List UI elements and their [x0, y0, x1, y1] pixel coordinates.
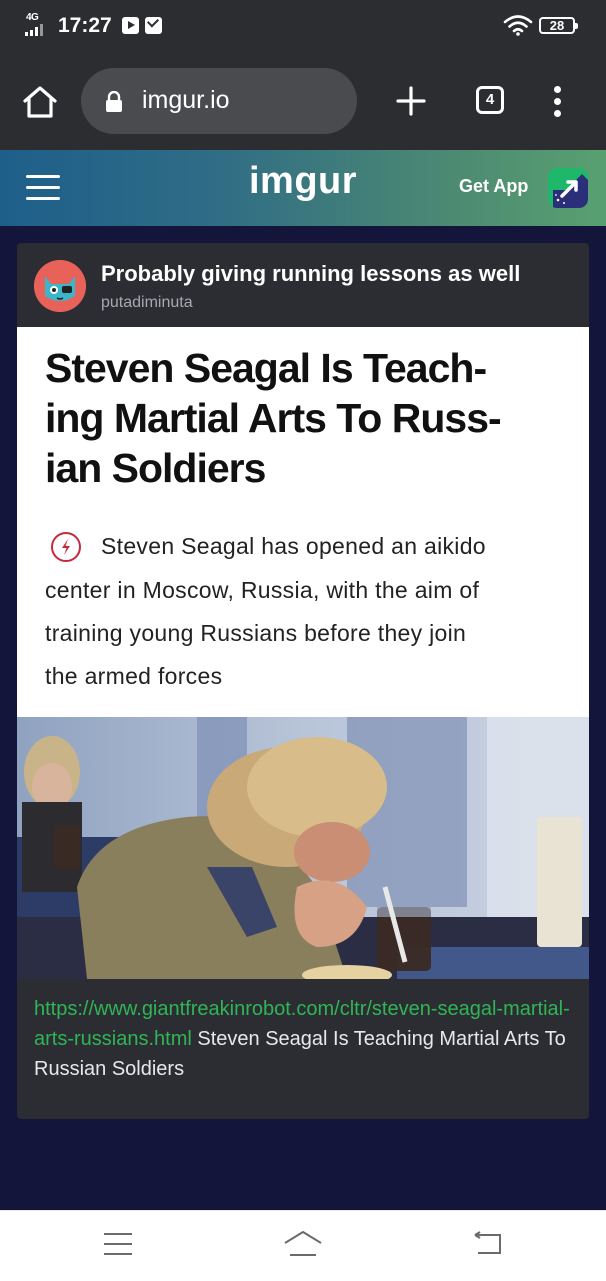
battery-level: 28 — [549, 18, 565, 33]
hamburger-icon[interactable] — [26, 175, 60, 201]
navigation-bar — [0, 1210, 606, 1281]
get-app-button[interactable]: Get App — [459, 176, 528, 197]
post-card: Probably giving running lessons as well … — [17, 243, 589, 1119]
content-area: Probably giving running lessons as well … — [0, 226, 606, 1210]
more-vert-icon[interactable] — [552, 84, 564, 120]
youtube-icon — [122, 17, 139, 34]
get-app-icon[interactable] — [548, 168, 588, 208]
article-screenshot[interactable]: Steven Seagal Is Teach- ing Martial Arts… — [17, 327, 589, 717]
article-headline: ing Martial Arts To Russ- — [45, 395, 502, 441]
article-headline: ian Soldiers — [45, 445, 266, 491]
imgur-logo[interactable]: imgur — [203, 160, 403, 203]
tabs-button[interactable]: 4 — [476, 86, 504, 114]
home-icon[interactable] — [22, 84, 58, 120]
post-photo[interactable] — [17, 717, 589, 979]
article-headline: Steven Seagal Is Teach- — [45, 345, 487, 391]
article-body-line: center in Moscow, Russia, with the aim o… — [45, 577, 480, 603]
address-bar[interactable]: imgur.io — [81, 68, 357, 134]
plus-icon[interactable] — [396, 86, 426, 116]
wifi-icon — [503, 15, 533, 36]
status-time: 17:27 — [58, 14, 112, 37]
post-author[interactable]: putadiminuta — [101, 294, 193, 312]
tab-count: 4 — [485, 91, 495, 108]
avatar[interactable] — [34, 260, 86, 312]
imgur-header: imgur Get App — [0, 150, 606, 226]
menu-icon[interactable] — [104, 1233, 134, 1257]
article-body-line: the armed forces — [45, 663, 223, 689]
browser-toolbar: imgur.io 4 — [0, 56, 606, 150]
battery-icon: 28 — [539, 17, 578, 34]
mail-icon — [145, 17, 162, 34]
back-icon[interactable] — [472, 1231, 504, 1257]
signal-icon: 4G — [24, 12, 50, 38]
post-title[interactable]: Probably giving running lessons as well — [101, 261, 520, 287]
network-type: 4G — [26, 12, 39, 23]
article-body-line: Steven Seagal has opened an aikido — [101, 533, 486, 559]
alert-icon — [51, 532, 81, 562]
home-icon[interactable] — [282, 1229, 324, 1259]
url-text: imgur.io — [142, 86, 230, 114]
status-bar: 4G 17:27 28 — [0, 0, 606, 56]
post-caption: https://www.giantfreakinrobot.com/cltr/s… — [34, 994, 574, 1084]
lock-icon — [106, 91, 122, 112]
article-body-line: training young Russians before they join — [45, 620, 467, 646]
